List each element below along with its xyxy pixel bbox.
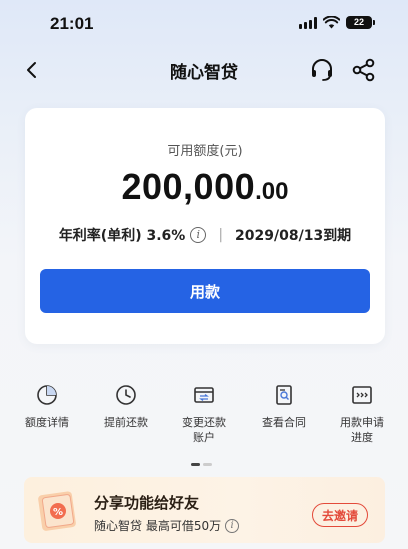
rate-row: 年利率(单利) 3.6% i | 2029/08/13到期 (25, 225, 385, 245)
status-indicators: 22 (299, 16, 375, 29)
action-change-repayment-account[interactable]: 变更还款 账户 (164, 383, 244, 445)
action-label: 提前还款 (104, 416, 148, 429)
status-time: 21:01 (50, 14, 94, 33)
quick-actions: 额度详情 提前还款 变更还款 账户 查看合同 用款申请 进度 (0, 383, 408, 453)
coupon-percent-text: % (53, 507, 63, 518)
annual-rate: 年利率(单利) 3.6% (58, 228, 186, 244)
contract-search-icon (276, 385, 292, 405)
action-label: 用款申请 进度 (340, 416, 384, 444)
page-dot-active (191, 463, 200, 466)
info-icon[interactable]: i (225, 518, 240, 533)
action-label: 变更还款 账户 (182, 416, 226, 444)
promo-subtitle: 随心智贷 最高可借50万 i (94, 517, 240, 534)
amount-integer: 200,000 (121, 166, 256, 207)
amount-decimal: .00 (255, 178, 289, 205)
available-credit-amount: 200,000.00 (25, 166, 385, 208)
promo-subtitle-text: 随心智贷 最高可借50万 (94, 519, 222, 533)
action-label: 额度详情 (25, 416, 69, 429)
share-icon[interactable] (350, 56, 378, 84)
action-credit-details[interactable]: 额度详情 (7, 383, 87, 430)
share-promo-banner[interactable]: % 分享功能给好友 随心智贷 最高可借50万 i 去邀请 (24, 477, 385, 543)
info-icon[interactable]: i (190, 227, 207, 243)
page-title: 随心智贷 (170, 63, 238, 83)
promo-title: 分享功能给好友 (94, 494, 200, 512)
action-application-progress[interactable]: 用款申请 进度 (322, 383, 402, 445)
available-credit-label: 可用额度(元) (167, 144, 243, 159)
card-swap-icon (194, 387, 214, 403)
signal-icon (299, 16, 317, 29)
progress-arrows-icon (352, 386, 372, 404)
clock-icon (116, 385, 136, 405)
page-dot (203, 463, 212, 466)
action-label: 查看合同 (262, 416, 306, 429)
borrow-button[interactable]: 用款 (40, 269, 370, 313)
pie-chart-icon (37, 385, 57, 405)
due-date: 2029/08/13到期 (235, 228, 352, 244)
status-bar: 21:01 22 (0, 0, 408, 48)
wifi-icon (323, 16, 340, 29)
invite-button[interactable]: 去邀请 (312, 503, 368, 527)
credit-card: 可用额度(元) 200,000.00 年利率(单利) 3.6% i | 2029… (25, 108, 385, 344)
action-view-contract[interactable]: 查看合同 (244, 383, 324, 430)
envelope-coupon-icon: % (38, 491, 76, 531)
page-indicator (191, 463, 212, 466)
rate-separator: | (218, 227, 224, 243)
action-early-repayment[interactable]: 提前还款 (86, 383, 166, 430)
battery-icon: 22 (346, 16, 375, 29)
customer-service-icon[interactable] (308, 56, 336, 84)
nav-bar: 随心智贷 (0, 48, 408, 92)
